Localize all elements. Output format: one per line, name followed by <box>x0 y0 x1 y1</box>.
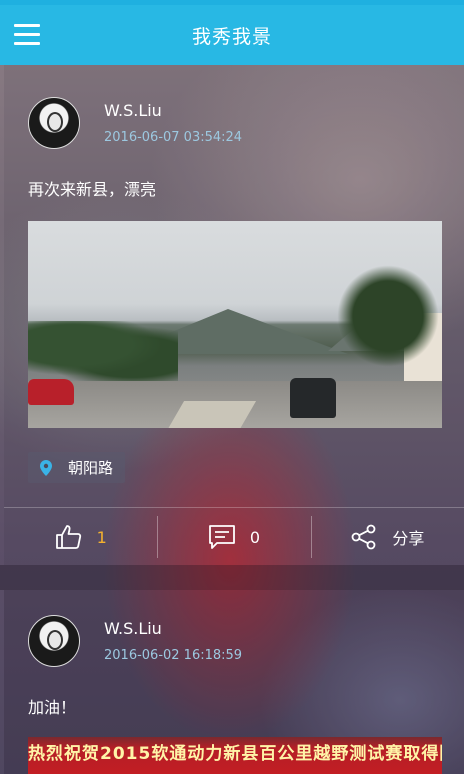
comment-button[interactable]: 0 <box>157 508 310 566</box>
post-photo[interactable] <box>28 221 442 428</box>
post-username[interactable]: W.S.Liu <box>104 101 162 120</box>
post-timestamp: 2016-06-02 16:18:59 <box>104 648 243 663</box>
share-label: 分享 <box>392 529 425 548</box>
location-pin-icon <box>40 459 52 476</box>
hamburger-menu-icon[interactable] <box>14 24 40 46</box>
post-username[interactable]: W.S.Liu <box>104 619 162 638</box>
like-button[interactable]: 1 <box>4 508 157 566</box>
share-button[interactable]: 分享 <box>310 508 464 566</box>
thumbs-up-icon <box>55 525 81 549</box>
top-bar: 我秀我景 <box>0 5 464 65</box>
avatar[interactable] <box>28 615 80 667</box>
page-title: 我秀我景 <box>191 25 272 48</box>
post-text: 加油！ <box>28 698 77 717</box>
comment-count: 0 <box>249 527 261 547</box>
post-timestamp: 2016-06-07 03:54:24 <box>104 130 243 145</box>
post-separator <box>0 565 464 590</box>
like-count: 1 <box>96 527 107 547</box>
avatar[interactable] <box>28 97 80 149</box>
share-icon <box>351 524 376 550</box>
banner-text: 热烈祝贺2015软通动力新县百公里越野测试赛取得圆满成功 <box>28 744 442 764</box>
post-photo[interactable]: 热烈祝贺2015软通动力新县百公里越野测试赛取得圆满成功 <box>28 737 442 774</box>
post-actions: 1 0 分享 <box>4 507 464 566</box>
location-tag[interactable]: 朝阳路 <box>28 452 126 483</box>
comment-icon <box>208 525 235 549</box>
location-name: 朝阳路 <box>68 459 114 477</box>
post-text: 再次来新县，漂亮 <box>28 180 157 199</box>
